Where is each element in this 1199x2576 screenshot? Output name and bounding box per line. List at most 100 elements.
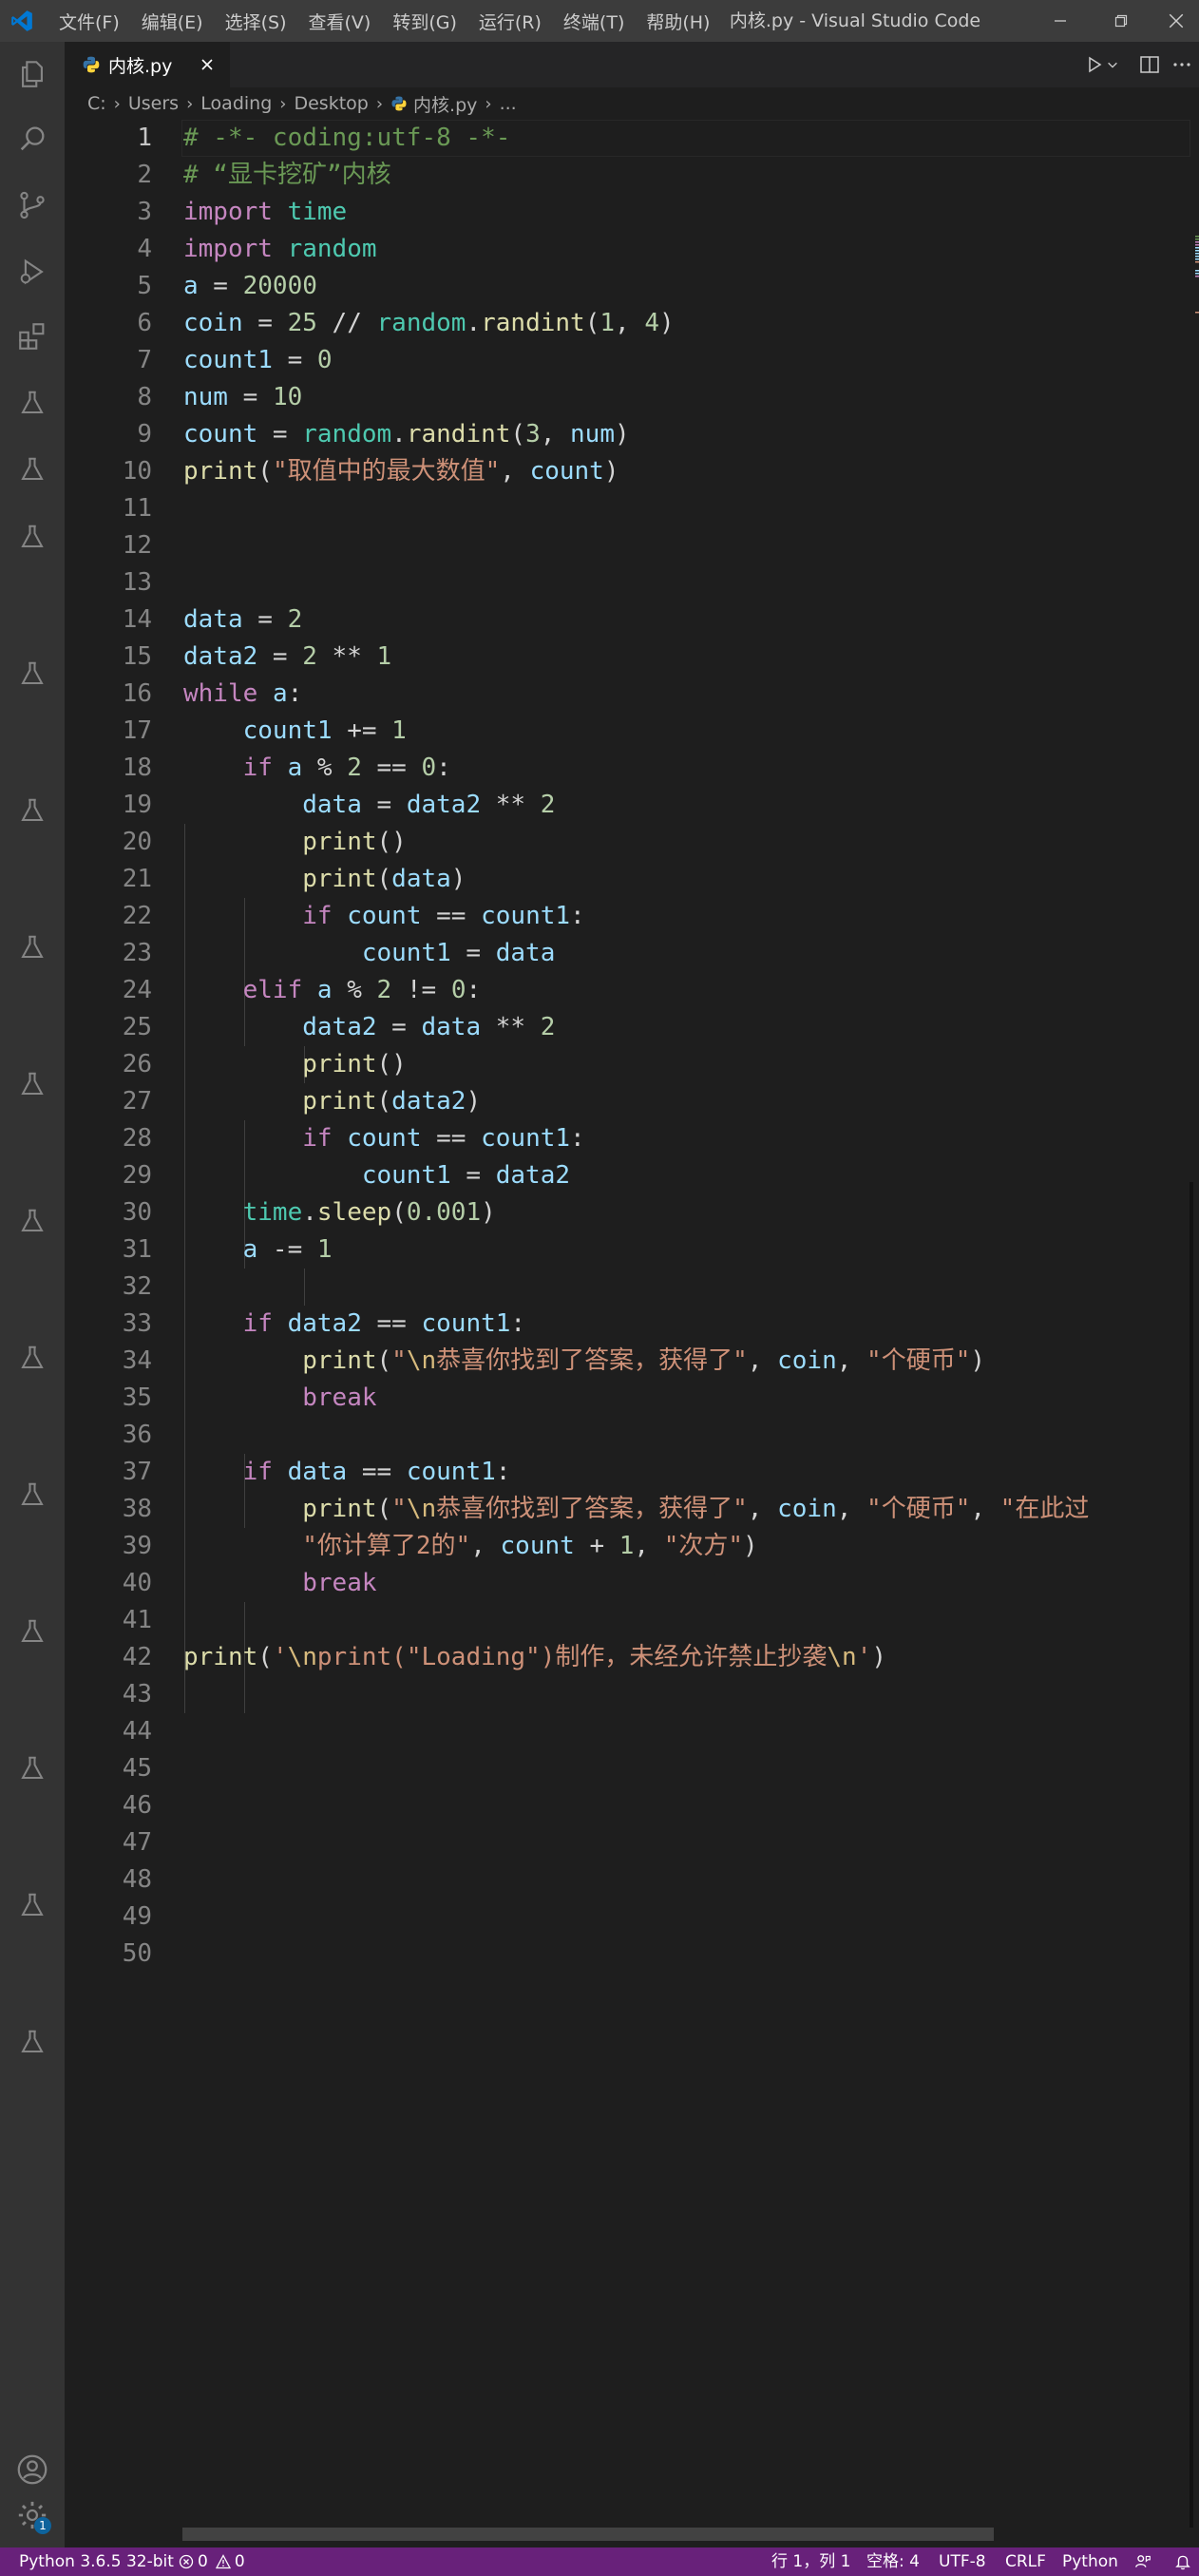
source-control-button[interactable] [10,182,55,228]
code-line[interactable]: if a % 2 == 0: [183,750,1190,787]
tab-close-button[interactable] [196,53,219,76]
more-actions-button[interactable] [1170,53,1193,76]
menu-selection[interactable]: 选择(S) [225,9,287,34]
notifications-button[interactable] [1174,2547,1191,2576]
code-line[interactable]: print("\n恭喜你找到了答案，获得了", coin, "个硬币") [183,1343,1190,1380]
testing-button[interactable] [10,1609,55,1654]
code-line[interactable]: count1 = data [183,935,1190,972]
menu-help[interactable]: 帮助(H) [646,9,710,34]
testing-button[interactable] [10,1472,55,1517]
breadcrumb-item[interactable]: Loading [200,93,272,114]
testing-button[interactable] [10,380,55,426]
code-line[interactable] [183,1824,1190,1861]
code-line[interactable]: break [183,1380,1190,1417]
extensions-button[interactable] [10,314,55,359]
breadcrumb-item[interactable]: Desktop [294,93,368,114]
code-line[interactable]: import time [183,194,1190,231]
breadcrumb-item[interactable]: 内核.py [413,91,477,117]
code-line[interactable] [183,1936,1190,1973]
code-line[interactable]: a = 20000 [183,268,1190,305]
indentation[interactable]: 空格: 4 [866,2547,920,2576]
code-line[interactable]: time.sleep(0.001) [183,1194,1190,1231]
encoding[interactable]: UTF-8 [939,2547,986,2576]
code-line[interactable]: coin = 25 // random.randint(1, 4) [183,305,1190,342]
code-line[interactable] [183,1861,1190,1899]
editor-tab[interactable]: 内核.py [65,42,230,87]
menu-view[interactable]: 查看(V) [309,9,371,34]
line-ending[interactable]: CRLF [1005,2547,1046,2576]
code-line[interactable]: if count == count1: [183,898,1190,935]
code-line[interactable]: # -*- coding:utf-8 -*- [181,120,1190,157]
code-line[interactable] [183,1602,1190,1639]
minimap[interactable] [1191,234,1199,319]
code-line[interactable] [183,1750,1190,1787]
testing-button[interactable] [10,514,55,560]
code-line[interactable]: elif a % 2 != 0: [183,972,1190,1009]
code-line[interactable]: if count == count1: [183,1120,1190,1157]
menu-edit[interactable]: 编辑(E) [142,9,203,34]
testing-button[interactable] [10,447,55,492]
testing-button[interactable] [10,1746,55,1791]
breadcrumb-item[interactable]: C: [87,93,106,114]
code-line[interactable]: print('\nprint("Loading")制作，未经允许禁止抄袭\n') [183,1639,1190,1676]
code-line[interactable] [183,564,1190,601]
breadcrumb-item[interactable]: Users [128,93,179,114]
code-line[interactable]: data = 2 [183,601,1190,639]
language-mode[interactable]: Python [1062,2547,1118,2576]
run-python-button[interactable] [1083,53,1121,76]
code-line[interactable]: break [183,1565,1190,1602]
manage-button[interactable]: 1 [10,2492,55,2538]
code-area[interactable]: # -*- coding:utf-8 -*- # “显卡挖矿”内核 import t… [181,120,1190,1973]
code-line[interactable]: num = 10 [183,379,1190,416]
code-line[interactable] [183,1417,1190,1454]
code-line[interactable] [183,490,1190,527]
cursor-position[interactable]: 行 1，列 1 [771,2547,850,2576]
explorer-button[interactable] [10,51,55,97]
code-editor[interactable]: 1 2 3 4 5 6 7 8 9 10 11 12 13 14 15 16 17 18 19 20 21 22 23 24 2… [65,120,1199,2528]
code-line[interactable]: count1 = data2 [183,1157,1190,1194]
accounts-button[interactable] [10,2447,55,2492]
code-line[interactable]: # “显卡挖矿”内核 [183,157,1190,194]
python-interpreter[interactable]: Python 3.6.5 32-bit [19,2547,174,2576]
search-button[interactable] [10,116,55,162]
code-line[interactable]: print(data2) [183,1083,1190,1120]
menu-go[interactable]: 转到(G) [392,9,457,34]
run-debug-button[interactable] [10,249,55,295]
split-editor-button[interactable] [1138,53,1161,76]
testing-button[interactable] [10,788,55,833]
code-line[interactable]: count1 += 1 [183,713,1190,750]
code-line[interactable]: data2 = data ** 2 [183,1009,1190,1046]
code-line[interactable]: print() [183,1046,1190,1083]
code-line[interactable] [183,1713,1190,1750]
code-line[interactable]: data2 = 2 ** 1 [183,639,1190,676]
breadcrumb-item[interactable]: ... [500,93,517,114]
code-line[interactable]: count = random.randint(3, num) [183,416,1190,453]
code-line[interactable]: "你计算了2的", count + 1, "次方") [183,1528,1190,1565]
code-line[interactable]: print() [183,824,1190,861]
testing-button[interactable] [10,1335,55,1381]
code-line[interactable]: print("\n恭喜你找到了答案，获得了", coin, "个硬币", "在此… [183,1491,1190,1528]
code-line[interactable]: a -= 1 [183,1231,1190,1269]
code-line[interactable]: print(data) [183,861,1190,898]
code-line[interactable]: while a: [183,676,1190,713]
testing-button[interactable] [10,925,55,970]
minimize-button[interactable] [1032,0,1089,42]
testing-button[interactable] [10,1061,55,1107]
code-line[interactable]: if data2 == count1: [183,1306,1190,1343]
testing-button[interactable] [10,2019,55,2065]
code-line[interactable] [183,1787,1190,1824]
testing-button[interactable] [10,1198,55,1244]
code-line[interactable] [183,1676,1190,1713]
testing-button[interactable] [10,651,55,696]
vertical-scrollbar[interactable] [1189,1182,1193,2528]
horizontal-scrollbar[interactable] [182,2528,994,2541]
code-line[interactable]: import random [183,231,1190,268]
code-line[interactable]: if data == count1: [183,1454,1190,1491]
testing-button[interactable] [10,1882,55,1928]
close-window-button[interactable] [1153,0,1199,42]
code-line[interactable]: data = data2 ** 2 [183,787,1190,824]
restore-button[interactable] [1093,0,1150,42]
code-line[interactable] [183,1899,1190,1936]
code-line[interactable]: print("取值中的最大数值", count) [183,453,1190,490]
code-line[interactable]: count1 = 0 [183,342,1190,379]
